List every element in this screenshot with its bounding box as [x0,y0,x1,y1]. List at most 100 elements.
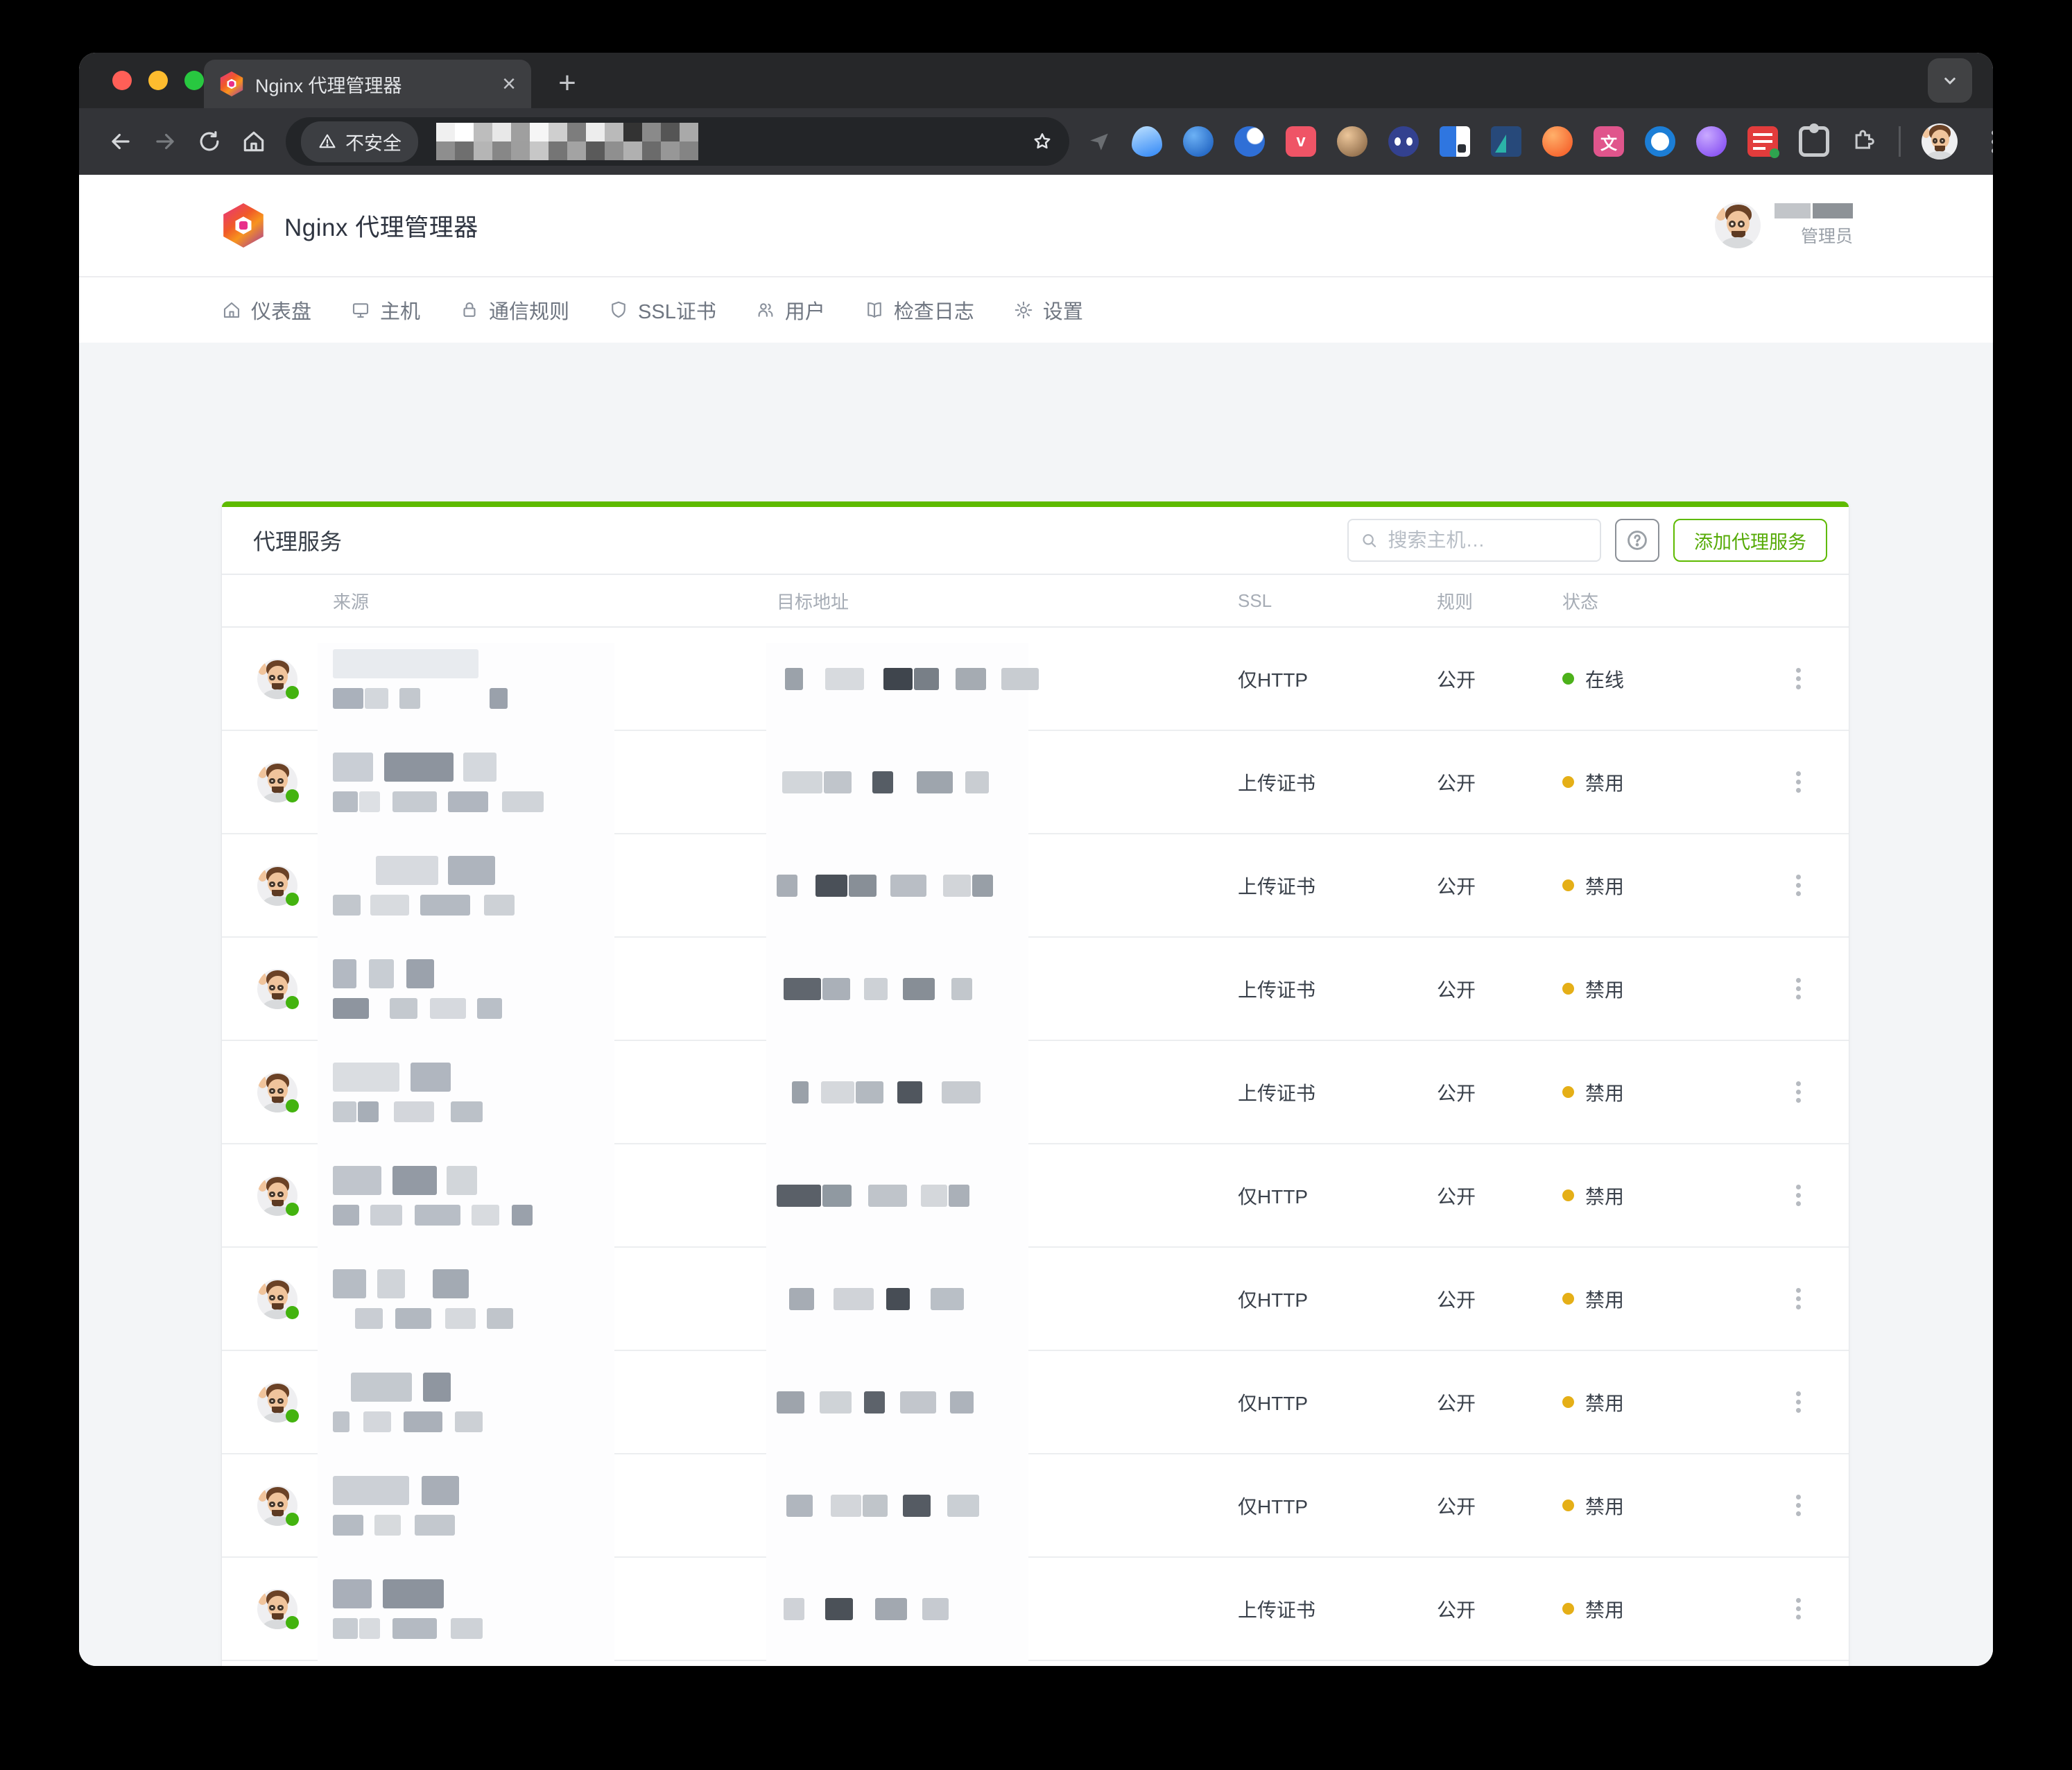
row-menu-button[interactable] [1747,1193,1849,1198]
tab-search-chevron-button[interactable] [1928,58,1972,103]
npm-logo-icon [221,203,266,248]
avatar-wrap [257,659,297,699]
nav-item-dashboard[interactable]: 仪表盘 [221,295,311,325]
send-icon[interactable] [1087,130,1111,153]
puzzle-icon[interactable] [1799,126,1829,157]
browser-profile-avatar[interactable] [1922,123,1958,160]
search-box[interactable] [1347,519,1601,562]
help-button[interactable] [1615,519,1659,562]
pin-icon[interactable] [1132,126,1162,157]
source-cell-redacted [333,1476,777,1536]
back-button[interactable] [98,119,143,164]
redacted-text [777,1391,1238,1414]
nav-item-rules[interactable]: 通信规则 [459,295,569,325]
orb-icon[interactable] [1696,126,1727,157]
address-bar[interactable]: 不安全 [286,117,1069,166]
user-avatar [1715,203,1761,248]
status-dot-icon [1562,1500,1574,1511]
row-menu-button[interactable] [1747,676,1849,681]
translate-icon[interactable]: 文 [1594,126,1624,157]
warning-triangle-icon [318,132,337,151]
flame-icon[interactable] [1542,126,1573,157]
status-label: 禁用 [1585,1079,1624,1106]
status-dot-icon [1562,983,1574,995]
minimize-window-button[interactable] [148,71,168,90]
redacted-text [333,791,777,812]
nav-item-settings[interactable]: 设置 [1013,295,1083,325]
row-menu-button[interactable] [1747,1606,1849,1611]
table-row: 上传证书公开禁用 [222,1558,1849,1661]
mask-icon[interactable] [1388,126,1419,157]
pocket-icon[interactable]: v [1286,126,1316,157]
reload-button[interactable] [187,119,232,164]
tab-favicon-npm-logo [219,71,244,96]
row-menu-button[interactable] [1747,1090,1849,1094]
reload-icon [196,128,223,155]
forward-icon [152,128,178,155]
rule-cell: 公开 [1437,665,1562,693]
kebab-icon [1796,1090,1801,1094]
kebab-icon [1796,1606,1801,1611]
table-header: 来源目标地址SSL规则状态 [222,574,1849,628]
extensions-area: v文 [1087,123,1993,160]
titlebar: Nginx 代理管理器 × + [79,53,1993,108]
avatar-wrap [257,1486,297,1526]
status-label: 禁用 [1585,1182,1624,1210]
face-icon[interactable] [1337,126,1367,157]
ssl-cell: 仅HTTP [1238,1285,1437,1313]
table-row: 上传证书公开禁用 [222,938,1849,1041]
row-menu-button[interactable] [1747,1503,1849,1508]
chart-icon[interactable] [1491,126,1521,157]
online-presence-dot [286,893,299,906]
star-icon [1030,130,1054,153]
ring-icon[interactable] [1645,126,1675,157]
browser-tab[interactable]: Nginx 代理管理器 × [204,60,531,108]
row-menu-button[interactable] [1747,1400,1849,1404]
status-dot-icon [1562,1189,1574,1201]
url-redact-top [436,123,1030,141]
redacted-text [777,1185,1238,1207]
target-cell-redacted [777,1081,1238,1103]
avatar-wrap [257,762,297,802]
settings-icon [1013,300,1034,320]
maximize-window-button[interactable] [184,71,204,90]
new-tab-button[interactable]: + [548,64,587,103]
browser-menu-button[interactable] [1978,139,1993,144]
globe-icon[interactable] [1234,126,1265,157]
redacted-text [777,668,1238,690]
home-button[interactable] [232,119,276,164]
nav-item-ssl[interactable]: SSL证书 [608,295,716,325]
nav-item-users[interactable]: 用户 [755,295,825,325]
user-menu[interactable]: 管理员 [1715,203,1853,248]
home-icon [241,128,267,155]
security-chip[interactable]: 不安全 [301,121,418,162]
redacted-text [777,875,1238,897]
notes-icon[interactable] [1747,126,1778,157]
avatar-wrap [257,969,297,1009]
avatar-wrap [257,1176,297,1216]
rule-cell: 公开 [1437,1595,1562,1623]
forward-button[interactable] [143,119,187,164]
row-menu-button[interactable] [1747,1296,1849,1301]
bookmark-star-button[interactable] [1030,130,1054,153]
tab-close-icon[interactable]: × [502,72,516,96]
redacted-text [333,1579,777,1608]
swirl-icon[interactable] [1183,126,1214,157]
row-avatar-cell [222,1176,333,1216]
card-accent-bar [222,501,1849,507]
search-input[interactable] [1386,529,1589,552]
add-proxy-button[interactable]: 添加代理服务 [1673,519,1827,562]
row-menu-button[interactable] [1747,780,1849,784]
status-cell: 禁用 [1562,1079,1747,1106]
doc-lock-icon[interactable] [1440,126,1470,157]
close-window-button[interactable] [112,71,132,90]
nav-item-hosts[interactable]: 主机 [350,295,420,325]
row-menu-button[interactable] [1747,883,1849,888]
status-cell: 禁用 [1562,1182,1747,1210]
nav-item-audit[interactable]: 检查日志 [864,295,974,325]
extensions-puzzle-icon[interactable] [1850,128,1878,155]
page-title: Nginx 代理管理器 [284,208,478,243]
status-cell: 禁用 [1562,975,1747,1003]
column-header-4: 规则 [1437,588,1562,614]
row-menu-button[interactable] [1747,986,1849,991]
